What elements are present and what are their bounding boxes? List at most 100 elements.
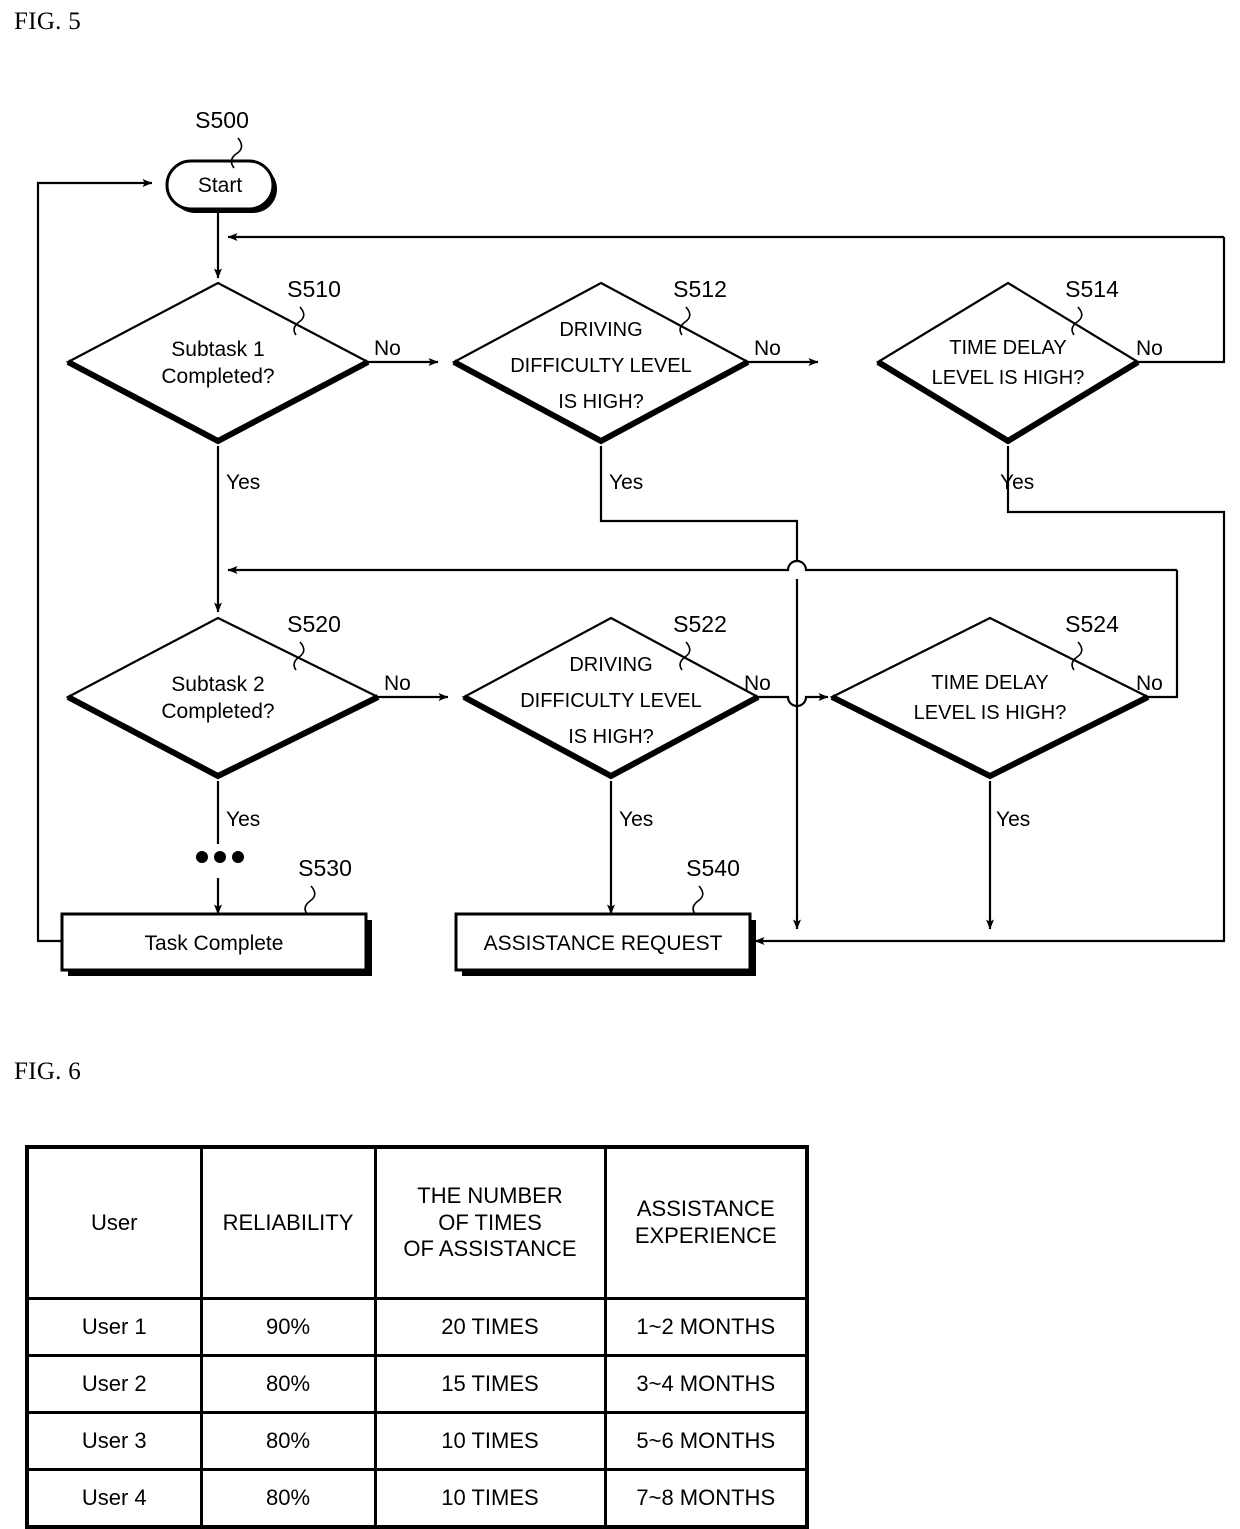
col-header-reliability: RELIABILITY bbox=[199, 1145, 377, 1300]
leader-s530 bbox=[304, 885, 316, 915]
node-task-complete: Task Complete bbox=[60, 912, 372, 976]
col-header-times-line1: THE NUMBER bbox=[417, 1182, 563, 1208]
table-header-row: User RELIABILITY THE NUMBER OF TIMES OF … bbox=[25, 1145, 809, 1300]
ref-s514: S514 bbox=[1065, 276, 1119, 302]
s512-line3: IS HIGH? bbox=[558, 391, 644, 413]
cell-experience: 7~8 MONTHS bbox=[603, 1468, 809, 1529]
node-s524: TIME DELAY LEVEL IS HIGH? bbox=[829, 616, 1151, 780]
ref-s512-group: S512 bbox=[673, 276, 727, 336]
node-s514: TIME DELAY LEVEL IS HIGH? bbox=[875, 281, 1141, 445]
s520-shape bbox=[65, 616, 381, 778]
edge-second-feedback-bus bbox=[227, 559, 1177, 574]
col-header-user: User bbox=[25, 1145, 203, 1300]
s524-yes-label: Yes bbox=[996, 808, 1030, 831]
cell-times: 10 TIMES bbox=[373, 1468, 607, 1529]
s512-no-label: No bbox=[754, 337, 781, 360]
s524-no-label: No bbox=[1136, 672, 1163, 695]
figure-6-label: FIG. 6 bbox=[14, 1058, 82, 1085]
cell-experience: 3~4 MONTHS bbox=[603, 1354, 809, 1414]
ref-s500: S500 bbox=[195, 107, 249, 133]
node-assistance-request: ASSISTANCE REQUEST bbox=[454, 912, 756, 976]
s520-line1: Subtask 2 bbox=[171, 673, 264, 696]
s514-no-label: No bbox=[1136, 337, 1163, 360]
s524-line1: TIME DELAY bbox=[931, 672, 1048, 694]
s512-line1: DRIVING bbox=[559, 319, 642, 341]
col-header-exp-line1: ASSISTANCE bbox=[636, 1196, 775, 1222]
table-head: User RELIABILITY THE NUMBER OF TIMES OF … bbox=[25, 1145, 809, 1300]
s514-shape bbox=[875, 281, 1141, 443]
ref-s510: S510 bbox=[287, 276, 341, 302]
edge-s522-no-to-s524 bbox=[758, 693, 829, 708]
assistance-request-label: ASSISTANCE REQUEST bbox=[484, 932, 723, 955]
s522-yes-label: Yes bbox=[619, 808, 653, 831]
cell-experience: 1~2 MONTHS bbox=[603, 1297, 809, 1357]
cell-user: User 1 bbox=[25, 1297, 203, 1357]
s514-line1: TIME DELAY bbox=[949, 337, 1066, 359]
flowchart-figure-5: Start S500 Subtask 1 Completed? S510 No … bbox=[36, 107, 1226, 976]
cell-times: 10 TIMES bbox=[373, 1411, 607, 1471]
edge-task-complete-to-start bbox=[36, 179, 153, 943]
s524-line2: LEVEL IS HIGH? bbox=[914, 702, 1067, 724]
ref-s540-group: S540 bbox=[686, 855, 740, 915]
node-start: Start bbox=[165, 159, 277, 213]
table-row: User 3 80% 10 TIMES 5~6 MONTHS bbox=[25, 1411, 809, 1471]
ref-s522: S522 bbox=[673, 611, 727, 637]
cell-experience: 5~6 MONTHS bbox=[603, 1411, 809, 1471]
node-s512: DRIVING DIFFICULTY LEVEL IS HIGH? bbox=[451, 281, 751, 445]
s520-yes-label: Yes bbox=[226, 808, 260, 831]
ref-s520: S520 bbox=[287, 611, 341, 637]
table-row: User 1 90% 20 TIMES 1~2 MONTHS bbox=[25, 1297, 809, 1357]
ref-s524-group: S524 bbox=[1065, 611, 1119, 671]
user-reliability-table: User RELIABILITY THE NUMBER OF TIMES OF … bbox=[25, 1145, 809, 1529]
start-label: Start bbox=[198, 174, 243, 197]
s514-line2: LEVEL IS HIGH? bbox=[932, 367, 1085, 389]
col-header-exp-line2: EXPERIENCE bbox=[634, 1223, 777, 1248]
s512-line2: DIFFICULTY LEVEL bbox=[510, 355, 692, 377]
node-s522: DRIVING DIFFICULTY LEVEL IS HIGH? bbox=[461, 616, 761, 780]
ellipsis-dots bbox=[196, 851, 244, 863]
s524-shape bbox=[829, 616, 1151, 778]
col-header-number-of-times: THE NUMBER OF TIMES OF ASSISTANCE bbox=[373, 1145, 607, 1300]
table-row: User 4 80% 10 TIMES 7~8 MONTHS bbox=[25, 1468, 809, 1529]
s522-line1: DRIVING bbox=[569, 654, 652, 676]
ref-s530: S530 bbox=[298, 855, 352, 881]
ref-s530-group: S530 bbox=[298, 855, 352, 915]
col-header-times-line3: OF ASSISTANCE bbox=[403, 1236, 577, 1262]
s520-no-label: No bbox=[384, 672, 411, 695]
s522-line2: DIFFICULTY LEVEL bbox=[520, 690, 702, 712]
task-complete-label: Task Complete bbox=[145, 932, 284, 955]
ref-s540: S540 bbox=[686, 855, 740, 881]
cell-reliability: 80% bbox=[199, 1411, 377, 1471]
col-header-reliability-line1: RELIABILITY bbox=[222, 1209, 354, 1235]
table-row: User 2 80% 15 TIMES 3~4 MONTHS bbox=[25, 1354, 809, 1414]
ref-s500-group: S500 bbox=[195, 107, 249, 169]
leader-s540 bbox=[692, 885, 704, 915]
cell-reliability: 90% bbox=[199, 1297, 377, 1357]
ref-s514-group: S514 bbox=[1065, 276, 1119, 336]
col-header-user-line1: User bbox=[91, 1209, 138, 1235]
node-s520: Subtask 2 Completed? bbox=[65, 616, 381, 780]
s510-no-label: No bbox=[374, 337, 401, 360]
s520-line2: Completed? bbox=[161, 700, 274, 723]
s510-yes-label: Yes bbox=[226, 471, 260, 494]
s522-line3: IS HIGH? bbox=[568, 726, 654, 748]
cell-user: User 3 bbox=[25, 1411, 203, 1471]
s510-line2: Completed? bbox=[161, 365, 274, 388]
s522-no-label: No bbox=[744, 672, 771, 695]
ref-s524: S524 bbox=[1065, 611, 1119, 637]
cell-user: User 2 bbox=[25, 1354, 203, 1414]
s510-line1: Subtask 1 bbox=[171, 338, 264, 361]
s514-yes-label: Yes bbox=[1000, 471, 1034, 494]
table-body: User 1 90% 20 TIMES 1~2 MONTHS User 2 80… bbox=[25, 1297, 809, 1529]
cell-reliability: 80% bbox=[199, 1468, 377, 1529]
s512-yes-label: Yes bbox=[609, 471, 643, 494]
ref-s520-group: S520 bbox=[287, 611, 341, 671]
ref-s522-group: S522 bbox=[673, 611, 727, 671]
cell-times: 15 TIMES bbox=[373, 1354, 607, 1414]
figure-6-table-wrap: User RELIABILITY THE NUMBER OF TIMES OF … bbox=[25, 1145, 809, 1529]
cell-reliability: 80% bbox=[199, 1354, 377, 1414]
col-header-times-line2: OF TIMES bbox=[438, 1209, 542, 1235]
ref-s512: S512 bbox=[673, 276, 727, 302]
cell-times: 20 TIMES bbox=[373, 1297, 607, 1357]
node-s510: Subtask 1 Completed? bbox=[65, 281, 371, 445]
